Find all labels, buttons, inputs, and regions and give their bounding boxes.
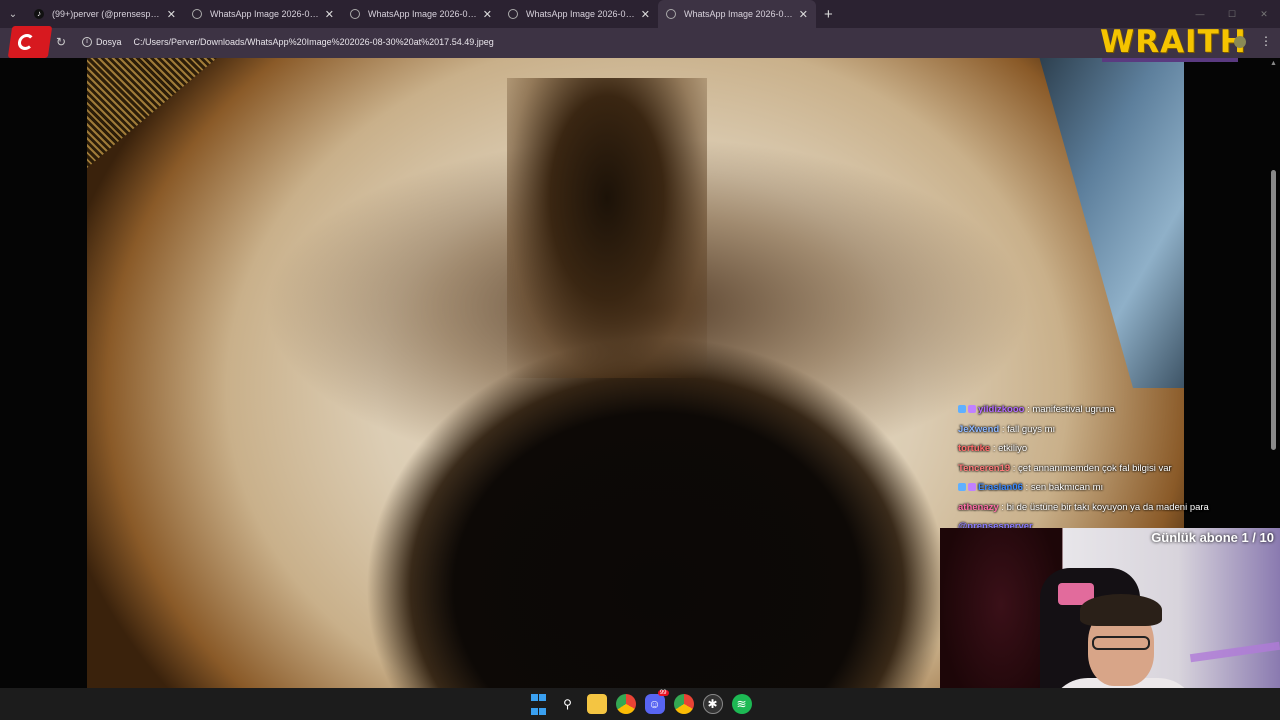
stream-chat: yildizkooo : manifestival ugruna JeXwend… xyxy=(958,400,1258,537)
badge-icon xyxy=(958,483,966,491)
windows-start-icon[interactable] xyxy=(529,693,549,715)
chat-message: Tenceren19 : çet annanımemden çok fal bi… xyxy=(958,462,1172,474)
tab-title: WhatsApp Image 2026-08-30 a xyxy=(526,9,635,19)
chat-username: yildizkooo xyxy=(978,404,1025,415)
turkish-flag-icon xyxy=(7,26,53,58)
chat-username: Eraslan06 xyxy=(978,482,1023,493)
close-icon[interactable]: ✕ xyxy=(167,8,176,21)
close-icon[interactable]: ✕ xyxy=(799,8,808,21)
url-field[interactable]: i Dosya C:/Users/Perver/Downloads/WhatsA… xyxy=(82,33,494,51)
more-menu-icon[interactable]: ⋮ xyxy=(1260,34,1272,48)
close-icon[interactable]: ✕ xyxy=(641,8,650,21)
tab-search-chevron-icon[interactable]: ⌄ xyxy=(0,0,26,28)
streamer-glasses xyxy=(1092,636,1150,650)
chat-message: tortuke : etkiliyo xyxy=(958,443,1028,454)
taskbar: ⚲ ☺ 99 ✱ ≋ xyxy=(0,688,1280,720)
info-icon[interactable]: i xyxy=(82,37,92,47)
tab-title: (99+)perver (@prensesperver) | xyxy=(52,9,161,19)
chrome-alt-icon[interactable] xyxy=(673,694,694,714)
tab-1[interactable]: ♪ (99+)perver (@prensesperver) | ✕ xyxy=(26,0,184,28)
notification-badge: 99 xyxy=(657,690,669,696)
chat-text: etkiliyo xyxy=(998,443,1028,454)
chat-text: sen bakmıcan mı xyxy=(1030,482,1104,493)
chat-username: Tenceren19 xyxy=(958,462,1011,474)
spotify-icon[interactable]: ≋ xyxy=(731,694,752,714)
chat-text: çet annanımemden çok fal bilgisi var xyxy=(1018,462,1172,474)
rockstar-icon[interactable]: ✱ xyxy=(702,694,723,714)
chat-username: JeXwend xyxy=(958,423,1000,435)
subscriber-goal: Günlük abone 1 / 10 xyxy=(1151,530,1274,545)
badge-icon xyxy=(958,405,966,413)
badge-icon xyxy=(968,405,976,413)
close-icon[interactable]: ✕ xyxy=(483,8,492,21)
chat-message: yildizkooo : manifestival ugruna xyxy=(958,400,1258,420)
wraith-logo: WRAITH xyxy=(1100,24,1247,60)
chrome-icon[interactable] xyxy=(615,694,636,714)
chat-username: tortuke xyxy=(958,443,991,454)
scroll-up-icon[interactable]: ▲ xyxy=(1270,60,1277,67)
file-chip: Dosya xyxy=(96,37,122,47)
globe-icon xyxy=(508,9,518,19)
tab-title: WhatsApp Image 2026-08-30 a xyxy=(684,9,793,19)
badge-icon xyxy=(968,483,976,491)
globe-icon xyxy=(192,9,202,19)
tab-2[interactable]: WhatsApp Image 2026-08-30 a ✕ xyxy=(184,0,342,28)
mesh-background xyxy=(87,58,217,168)
extension-icon[interactable] xyxy=(1234,36,1246,48)
close-icon[interactable]: ✕ xyxy=(325,8,334,21)
globe-icon xyxy=(666,9,676,19)
tab-4[interactable]: WhatsApp Image 2026-08-30 a ✕ xyxy=(500,0,658,28)
close-window-icon[interactable]: ✕ xyxy=(1248,0,1280,28)
chat-message: athenazy : bi de üstüne bir takı koyuyon… xyxy=(958,501,1209,513)
search-icon[interactable]: ⚲ xyxy=(558,694,578,714)
url-text: C:/Users/Perver/Downloads/WhatsApp%20Ima… xyxy=(133,37,494,47)
steel-surface xyxy=(1039,58,1184,388)
mic-arm xyxy=(1189,641,1280,663)
tab-title: WhatsApp Image 2026-08-30 a xyxy=(210,9,319,19)
reload-icon[interactable]: ↻ xyxy=(56,35,66,49)
file-explorer-icon[interactable] xyxy=(586,694,607,714)
chat-message: Eraslan06 : sen bakmıcan mı xyxy=(958,478,1258,498)
chat-text: fall guys mı xyxy=(1007,423,1056,435)
tiktok-icon: ♪ xyxy=(34,9,44,19)
chat-username: athenazy xyxy=(958,501,999,513)
tab-3[interactable]: WhatsApp Image 2026-08-30 a ✕ xyxy=(342,0,500,28)
streamer-hair xyxy=(1080,594,1162,626)
chat-text: bi de üstüne bir takı koyuyon ya da made… xyxy=(1006,501,1209,513)
coffee-stain xyxy=(507,78,707,378)
profile-accent-bar xyxy=(1102,58,1238,62)
tab-title: WhatsApp Image 2026-08-30 a xyxy=(368,9,477,19)
new-tab-button[interactable]: + xyxy=(824,6,833,23)
scrollbar-thumb[interactable] xyxy=(1271,170,1276,450)
discord-icon[interactable]: ☺ 99 xyxy=(644,690,669,714)
chat-text: manifestival ugruna xyxy=(1032,404,1115,415)
globe-icon xyxy=(350,9,360,19)
tab-bar: ⌄ ♪ (99+)perver (@prensesperver) | ✕ Wha… xyxy=(0,0,1280,28)
tab-5-active[interactable]: WhatsApp Image 2026-08-30 a ✕ xyxy=(658,0,816,28)
chat-message: JeXwend : fall guys mı xyxy=(958,423,1056,435)
